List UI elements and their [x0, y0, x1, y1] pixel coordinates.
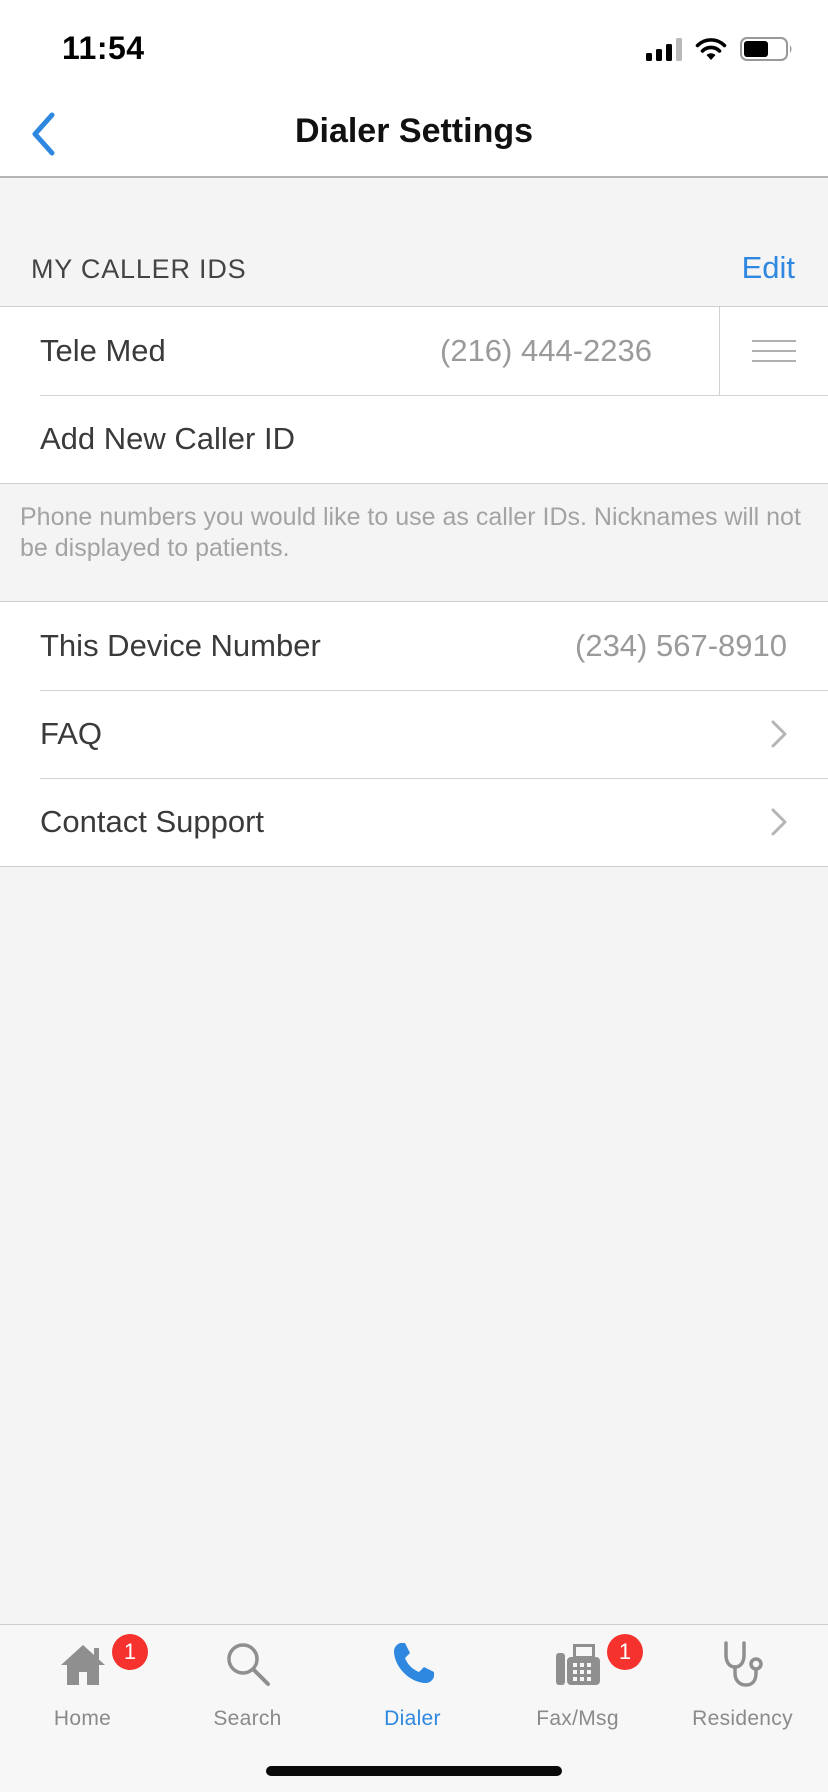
- tab-home[interactable]: Home 1: [0, 1625, 165, 1745]
- caller-id-row[interactable]: Tele Med (216) 444-2236: [0, 307, 828, 395]
- search-icon: [226, 1643, 270, 1686]
- tab-search-label: Search: [213, 1707, 282, 1730]
- add-caller-id-label: Add New Caller ID: [40, 421, 295, 456]
- tab-residency-label: Residency: [692, 1707, 793, 1730]
- tab-fax-msg-label: Fax/Msg: [536, 1707, 619, 1730]
- chevron-right-icon: [771, 720, 787, 748]
- home-icon: [60, 1645, 105, 1685]
- tab-search[interactable]: Search: [165, 1625, 330, 1745]
- device-number-row: This Device Number (234) 567-8910: [0, 602, 828, 690]
- settings-list: This Device Number (234) 567-8910 FAQ Co…: [0, 601, 828, 867]
- cellular-signal-icon: [646, 37, 682, 61]
- tab-dialer-label: Dialer: [384, 1707, 441, 1730]
- stethoscope-icon: [723, 1641, 763, 1687]
- faq-label: FAQ: [40, 716, 103, 751]
- caller-id-name: Tele Med: [40, 333, 166, 368]
- dialer-settings-screen: 11:54 Dialer Settings MY CALLER IDS Edit…: [0, 0, 828, 1792]
- phone-icon: [393, 1643, 434, 1683]
- page-title: Dialer Settings: [294, 112, 534, 150]
- reorder-handle[interactable]: [719, 307, 828, 395]
- battery-icon: [740, 37, 792, 61]
- fax-icon: [555, 1644, 600, 1685]
- caller-id-number: (216) 444-2236: [440, 333, 652, 368]
- fax-msg-badge: 1: [607, 1634, 643, 1670]
- reorder-icon: [752, 340, 796, 362]
- device-number-value: (234) 567-8910: [575, 628, 787, 663]
- contact-support-label: Contact Support: [40, 804, 265, 839]
- home-badge: 1: [112, 1634, 148, 1670]
- chevron-right-icon: [771, 808, 787, 836]
- caller-ids-footer-note: Phone numbers you would like to use as c…: [20, 503, 801, 562]
- section-title: MY CALLER IDS: [31, 254, 247, 284]
- edit-button[interactable]: Edit: [742, 250, 795, 286]
- faq-row[interactable]: FAQ: [0, 690, 828, 778]
- status-time: 11:54: [62, 30, 145, 66]
- caller-ids-list: Tele Med (216) 444-2236 Add New Caller I…: [0, 306, 828, 484]
- tab-fax-msg[interactable]: Fax/Msg 1: [495, 1625, 660, 1745]
- status-bar: 11:54: [0, 0, 828, 88]
- tab-residency[interactable]: Residency: [660, 1625, 825, 1745]
- add-caller-id-row[interactable]: Add New Caller ID: [0, 395, 828, 483]
- home-indicator: [266, 1766, 562, 1776]
- status-icons: [646, 36, 794, 62]
- wifi-icon: [695, 38, 727, 60]
- contact-support-row[interactable]: Contact Support: [0, 778, 828, 866]
- tab-home-label: Home: [53, 1707, 112, 1730]
- tab-dialer[interactable]: Dialer: [330, 1625, 495, 1745]
- device-number-label: This Device Number: [40, 628, 321, 663]
- caller-ids-section-header: MY CALLER IDS Edit: [0, 178, 828, 306]
- navigation-bar: Dialer Settings: [0, 88, 828, 178]
